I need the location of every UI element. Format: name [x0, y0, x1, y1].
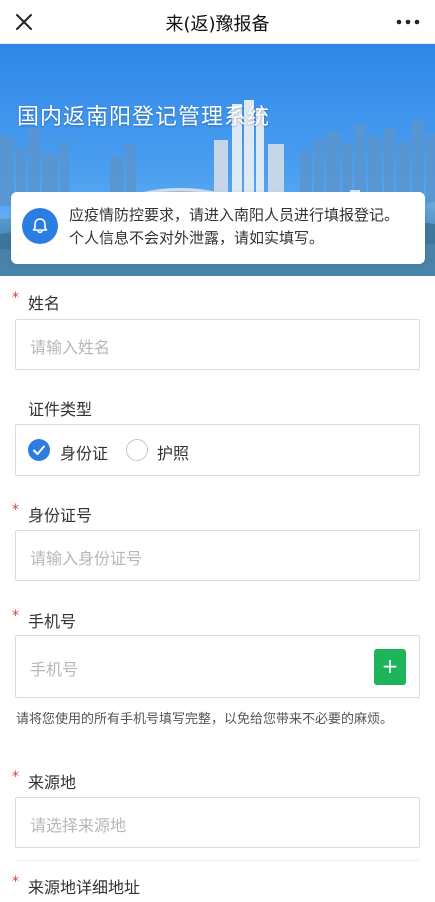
add-phone-button[interactable]: + — [374, 649, 406, 685]
radio-passport[interactable] — [126, 439, 148, 461]
required-mark: * — [12, 874, 19, 890]
name-placeholder: 请输入姓名 — [30, 338, 111, 357]
required-mark: * — [12, 502, 19, 518]
phone-hint: 请将您使用的所有手机号填写完整，以免给您带来不必要的麻烦。 — [16, 712, 394, 727]
banner-title: 国内返南阳登记管理系统 — [17, 105, 271, 130]
phone-input[interactable]: 手机号 + — [15, 635, 420, 698]
id-number-placeholder: 请输入身份证号 — [30, 549, 143, 568]
origin-select[interactable]: 请选择来源地 — [15, 797, 420, 848]
required-mark: * — [12, 608, 19, 624]
origin-placeholder: 请选择来源地 — [30, 816, 127, 835]
name-input[interactable]: 请输入姓名 — [15, 319, 420, 370]
id-type-label: 证件类型 — [28, 400, 93, 419]
required-mark: * — [12, 769, 19, 785]
bell-icon-badge — [22, 208, 58, 244]
passport-option-label[interactable]: 护照 — [157, 440, 189, 464]
radio-id-card[interactable] — [28, 439, 50, 461]
nav-bar: 来(返)豫报备 — [0, 0, 435, 44]
notice-text: 应疫情防控要求，请进入南阳人员进行填报登记。个人信息不会对外泄露，请如实填写。 — [69, 206, 400, 247]
notice-card: 应疫情防控要求，请进入南阳人员进行填报登记。个人信息不会对外泄露，请如实填写。 — [11, 192, 425, 264]
more-icon[interactable] — [395, 12, 421, 32]
origin-label: 来源地 — [28, 773, 77, 792]
id-number-label: 身份证号 — [28, 506, 93, 525]
check-icon — [33, 445, 45, 455]
origin-detail-label: 来源地详细地址 — [28, 878, 141, 897]
required-mark: * — [12, 290, 19, 306]
id-type-radio-group: 身份证 护照 — [15, 424, 420, 476]
bell-icon — [32, 218, 48, 234]
phone-label: 手机号 — [28, 612, 77, 631]
id-number-input[interactable]: 请输入身份证号 — [15, 530, 420, 581]
divider — [15, 860, 420, 861]
page-title: 来(返)豫报备 — [165, 14, 270, 35]
name-label: 姓名 — [28, 294, 61, 313]
id-card-option-label[interactable]: 身份证 — [60, 440, 108, 464]
phone-placeholder: 手机号 — [30, 660, 79, 679]
